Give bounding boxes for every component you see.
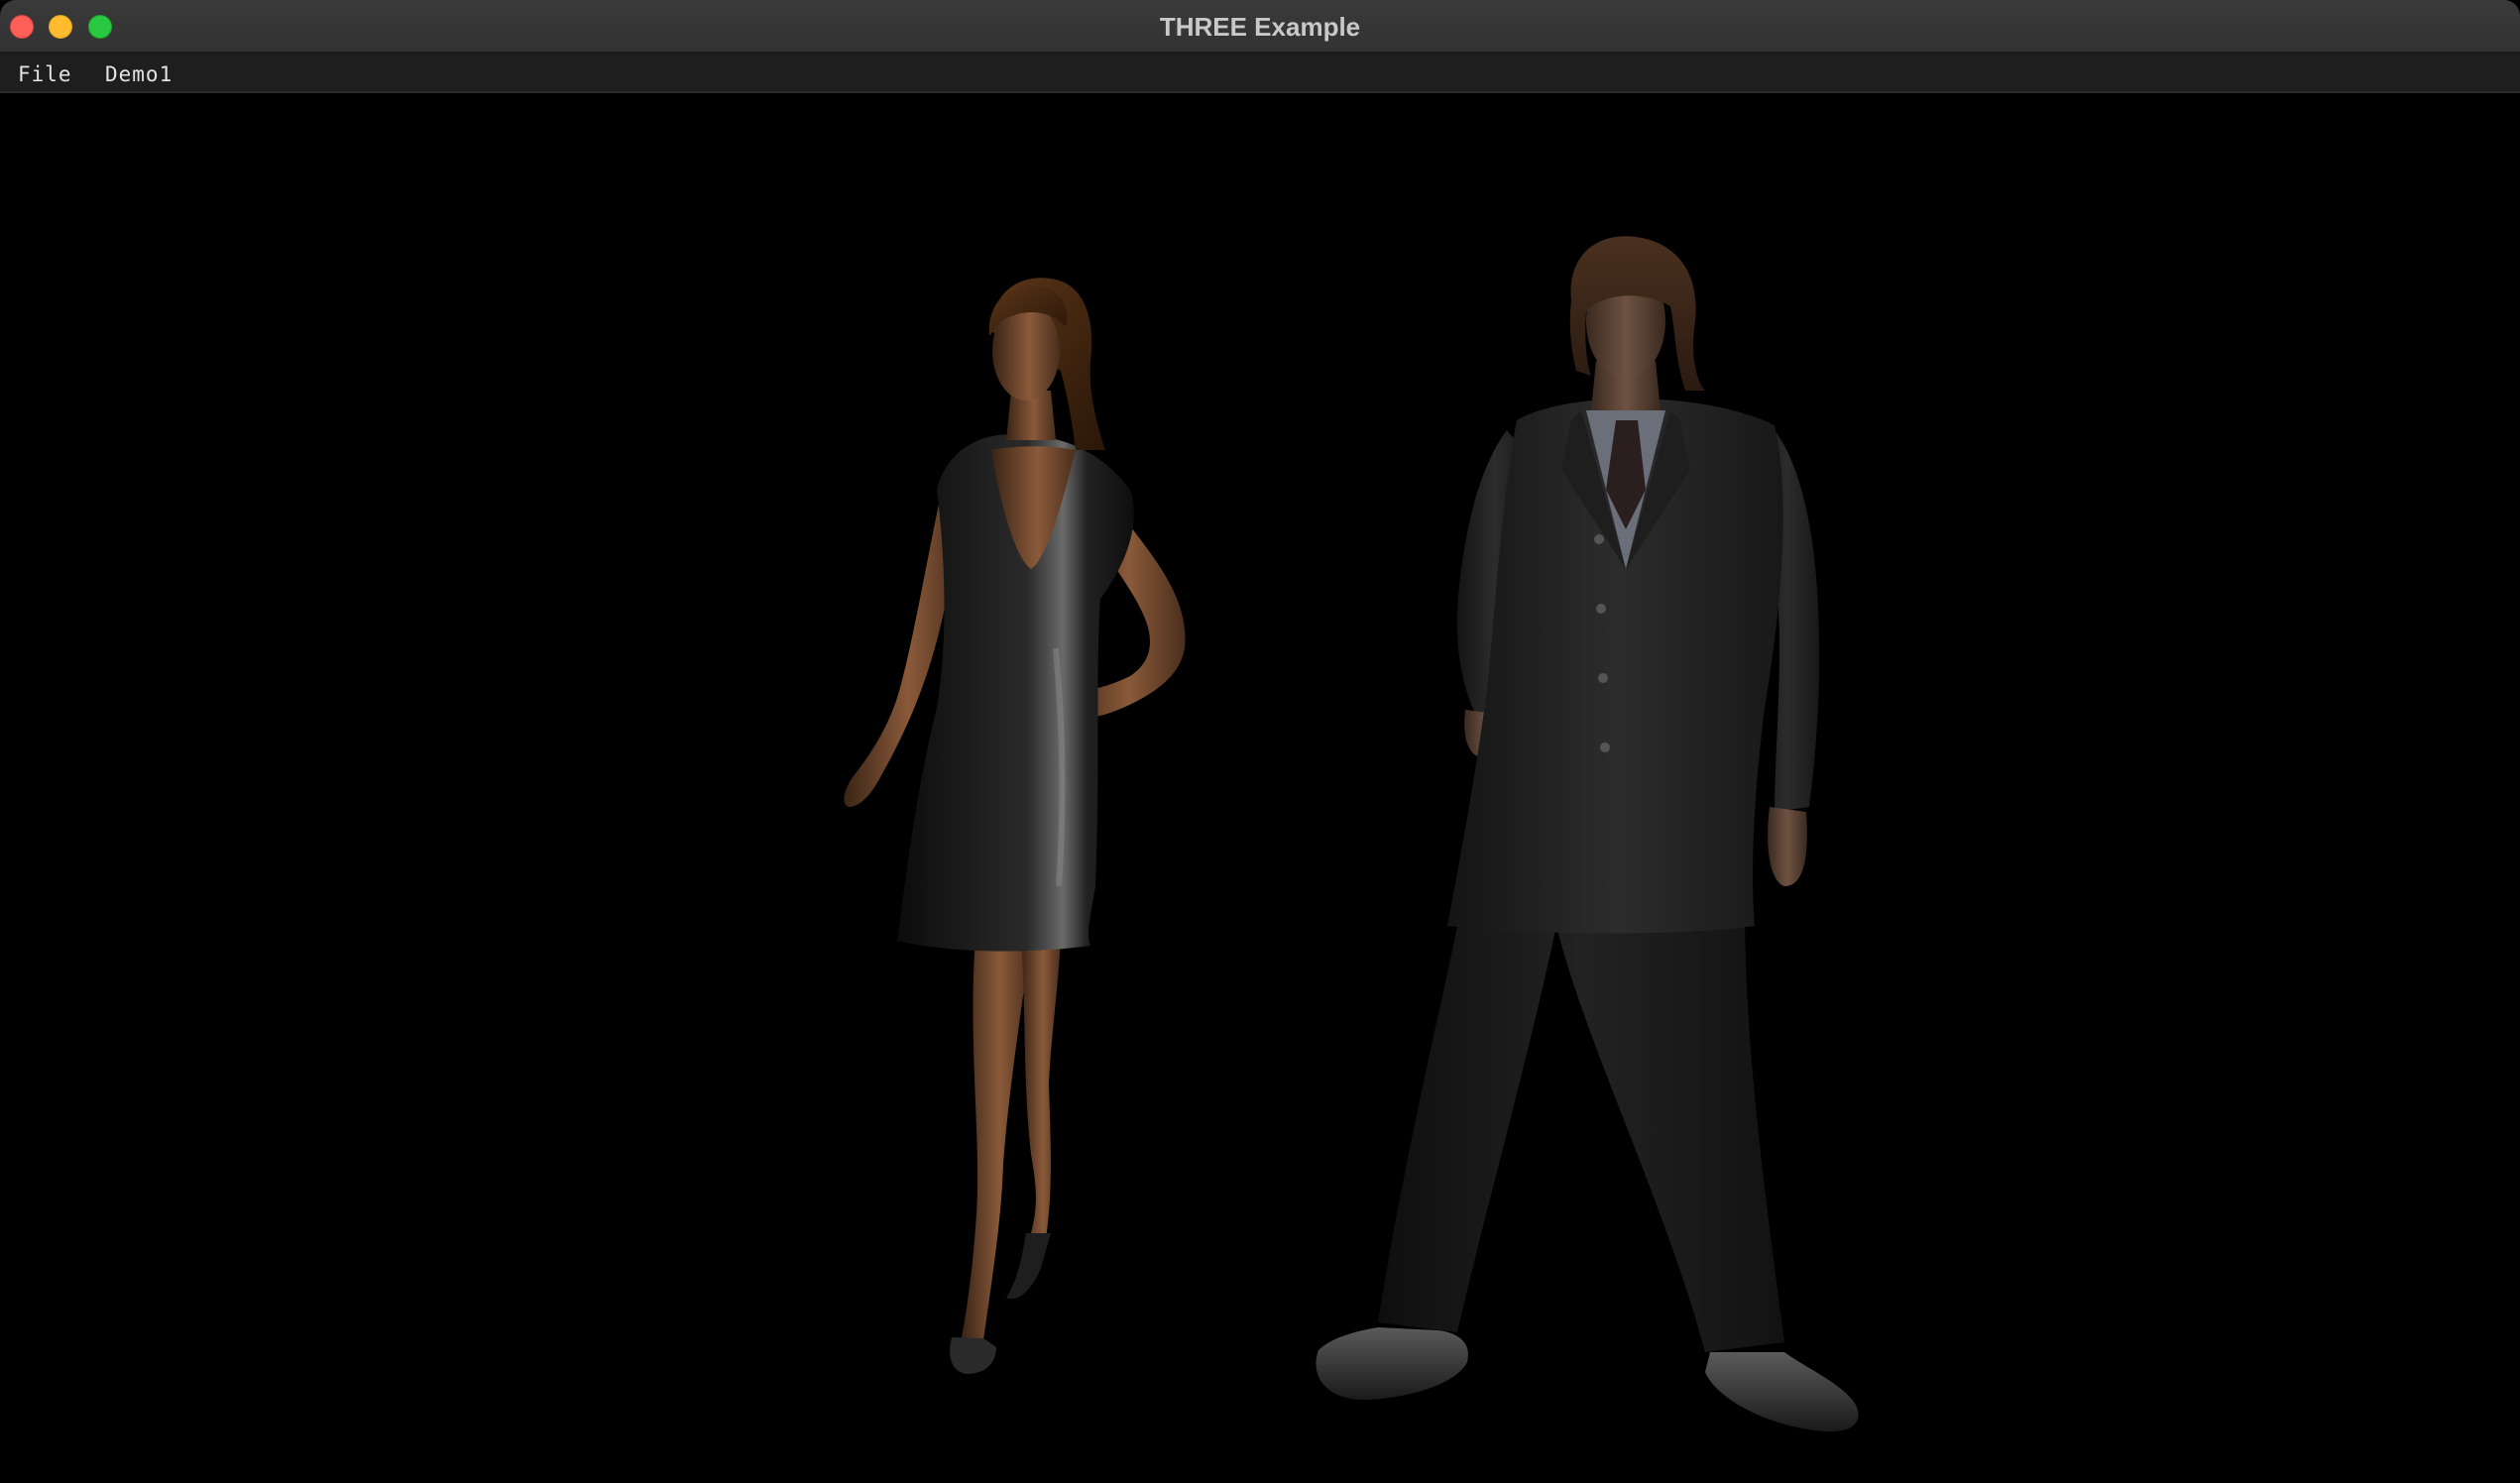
man-figure	[1316, 236, 1859, 1432]
title-bar[interactable]: THREE Example	[0, 0, 2520, 54]
app-window: THREE Example File Demo1	[0, 0, 2520, 1483]
menu-file[interactable]: File	[18, 54, 72, 91]
woman-figure	[844, 278, 1186, 1374]
render-canvas[interactable]	[0, 93, 2520, 1483]
menu-bar: File Demo1	[0, 54, 2520, 93]
window-title: THREE Example	[1159, 12, 1361, 42]
menu-demo1[interactable]: Demo1	[105, 54, 172, 91]
scene-render	[844, 236, 1859, 1432]
